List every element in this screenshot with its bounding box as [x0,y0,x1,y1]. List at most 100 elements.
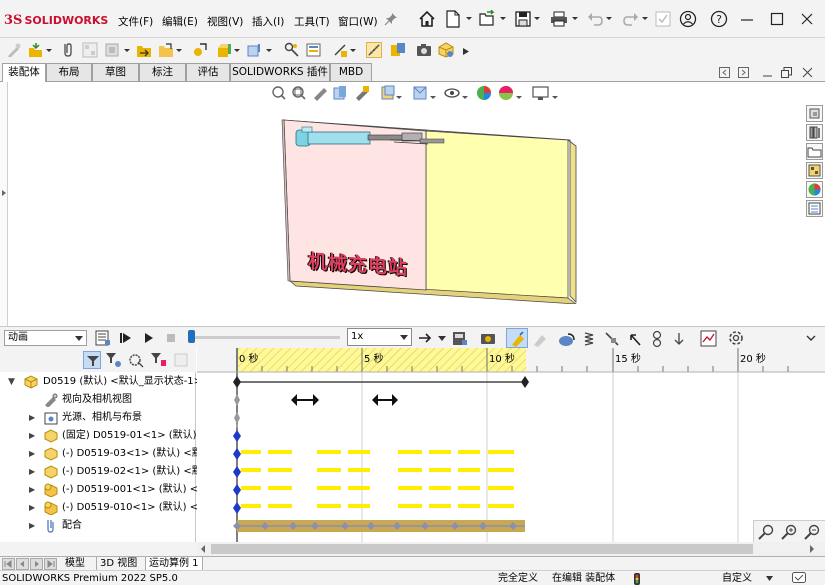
camera-icon[interactable] [416,42,432,58]
filter-selected-icon[interactable] [128,352,144,368]
undo-icon[interactable] [586,10,604,28]
pattern-dropdown-icon[interactable] [124,49,130,52]
damper-icon[interactable] [604,331,620,347]
menu-insert[interactable]: 插入(I) [252,14,284,29]
rebuild-icon[interactable] [654,10,672,28]
solidworks-logo[interactable]: 3S SOLIDWORKS [4,12,108,28]
menu-view[interactable]: 视图(V) [207,14,243,29]
edit-component-icon[interactable] [6,42,22,58]
stop-icon[interactable] [166,333,176,343]
play-from-start-icon[interactable] [120,333,132,343]
tab-motion-study-1[interactable]: 运动算例 1 [145,557,203,571]
menu-edit[interactable]: 编辑(E) [162,14,198,29]
zoom-out-timeline-icon[interactable] [804,524,820,540]
status-custom-units[interactable]: 自定义 [722,571,752,585]
pin-menu-icon[interactable] [382,10,400,28]
smart-fasteners-icon[interactable] [104,42,120,58]
expand-arrow-icon[interactable]: ▶ [29,409,35,427]
playback-slider[interactable] [190,336,340,339]
view-palette-icon[interactable] [806,162,823,179]
scroll-right-icon[interactable] [809,545,815,553]
panel-right-icon[interactable] [738,67,750,78]
close-window-icon[interactable] [798,10,816,28]
study-type-select[interactable]: 动画 [4,330,87,346]
new-motion-study-icon[interactable] [246,42,262,58]
restore-window-icon[interactable] [768,10,786,28]
gravity-icon[interactable] [672,331,686,347]
take-snapshot-icon[interactable] [390,42,406,58]
tree-item-lights[interactable]: ▶ 光源、相机与布景 [0,409,196,427]
timeline-horizontal-scrollbar[interactable] [197,542,825,556]
menu-tools[interactable]: 工具(T) [294,14,330,29]
user-account-icon[interactable] [679,10,697,28]
rebuild-status-icon[interactable] [634,573,640,585]
bill-of-materials-icon[interactable] [284,42,300,58]
print-dropdown-icon[interactable] [572,17,578,20]
doc-restore-icon[interactable] [781,67,793,78]
redo-icon[interactable] [622,10,640,28]
tab-3d-view[interactable]: 3D 视图 [96,557,140,571]
update-speedpak-icon[interactable] [366,42,382,58]
tree-item-part[interactable]: ▶ (-) D0519-02<1> (默认) <默认 [0,463,212,481]
tab-solidworks-addins[interactable]: SOLIDWORKS 插件 [230,63,330,81]
motion-study-properties-icon[interactable] [728,330,744,346]
tab-markup[interactable]: 标注 [139,63,186,81]
move-dropdown-icon[interactable] [176,49,182,52]
design-library-icon[interactable] [806,124,823,141]
help-icon[interactable]: ? [710,10,728,28]
menu-window[interactable]: 窗口(W) [338,14,378,29]
redo-dropdown-icon[interactable] [642,17,648,20]
tree-item-subassembly[interactable]: ▶ (-) D0519-001<1> (默认) <- [0,481,202,499]
assembly-features-icon[interactable] [192,42,208,58]
expand-arrow-icon[interactable]: ▶ [29,517,35,535]
move-component-icon[interactable] [136,42,152,58]
solidworks-resources-icon[interactable] [806,105,823,122]
file-explorer-icon[interactable] [806,143,823,160]
tab-model[interactable]: 模型 [62,557,88,571]
add-update-key-icon[interactable] [532,331,548,347]
tab-evaluate[interactable]: 评估 [186,63,230,81]
mate-icon[interactable] [60,42,76,58]
large-assembly-icon[interactable] [438,42,454,58]
tab-scroll-arrows[interactable] [2,558,58,570]
tree-item-mates[interactable]: ▶ 配合 [0,517,196,535]
tab-assembly[interactable]: 装配体 [2,63,46,83]
units-dropdown-icon[interactable] [766,576,773,581]
autokey-toggle[interactable] [506,328,528,348]
reference-geometry-icon[interactable] [216,42,232,58]
scrollbar-thumb[interactable] [211,544,753,554]
feature-manager-collapse-handle[interactable] [0,82,8,326]
save-animation-icon[interactable] [452,330,468,346]
open-document-icon[interactable] [478,10,496,28]
linear-pattern-icon[interactable] [82,42,98,58]
zoom-to-fit-timeline-icon[interactable] [758,524,774,540]
show-hidden-components-icon[interactable] [158,42,174,58]
reference-dropdown-icon[interactable] [234,49,240,52]
graphics-viewport[interactable]: 机械充电站 [8,82,825,326]
instant3d-icon[interactable] [332,42,348,58]
calculate-icon[interactable] [95,330,111,346]
doc-minimize-icon[interactable] [762,67,774,78]
tree-item-orientation[interactable]: 视向及相机视图 [0,391,196,409]
tab-layout[interactable]: 布局 [46,63,92,81]
exploded-view-icon[interactable] [306,42,322,58]
filter-results-icon[interactable] [151,352,167,368]
tree-item-part[interactable]: ▶ (-) D0519-03<1> (默认) <默认 [0,445,212,463]
expand-arrow-icon[interactable]: ▶ [29,427,35,445]
animation-wizard-icon[interactable] [480,330,496,346]
playback-speed-select[interactable]: 1x [347,328,412,346]
tab-mbd[interactable]: MBD [330,63,372,81]
tree-root-assembly[interactable]: ▼ D0519 (默认) <默认_显示状态-1> [0,373,202,391]
motion-timeline[interactable]: 0 秒 5 秒 10 秒 15 秒 20 秒 [197,348,825,542]
open-dropdown-icon[interactable] [500,17,506,20]
tree-item-subassembly[interactable]: ▶ (-) D0519-010<1> (默认) <- [0,499,202,517]
home-icon[interactable] [418,10,436,28]
motor-icon[interactable] [558,331,576,347]
collapse-all-icon[interactable] [173,352,189,368]
heads-up-view-toolbar[interactable] [270,84,570,104]
expand-arrow-icon[interactable]: ▶ [29,463,35,481]
menu-file[interactable]: 文件(F) [118,14,153,29]
zoom-in-timeline-icon[interactable] [781,524,797,540]
expand-arrow-icon[interactable]: ▶ [29,445,35,463]
results-plots-icon[interactable] [700,330,718,348]
